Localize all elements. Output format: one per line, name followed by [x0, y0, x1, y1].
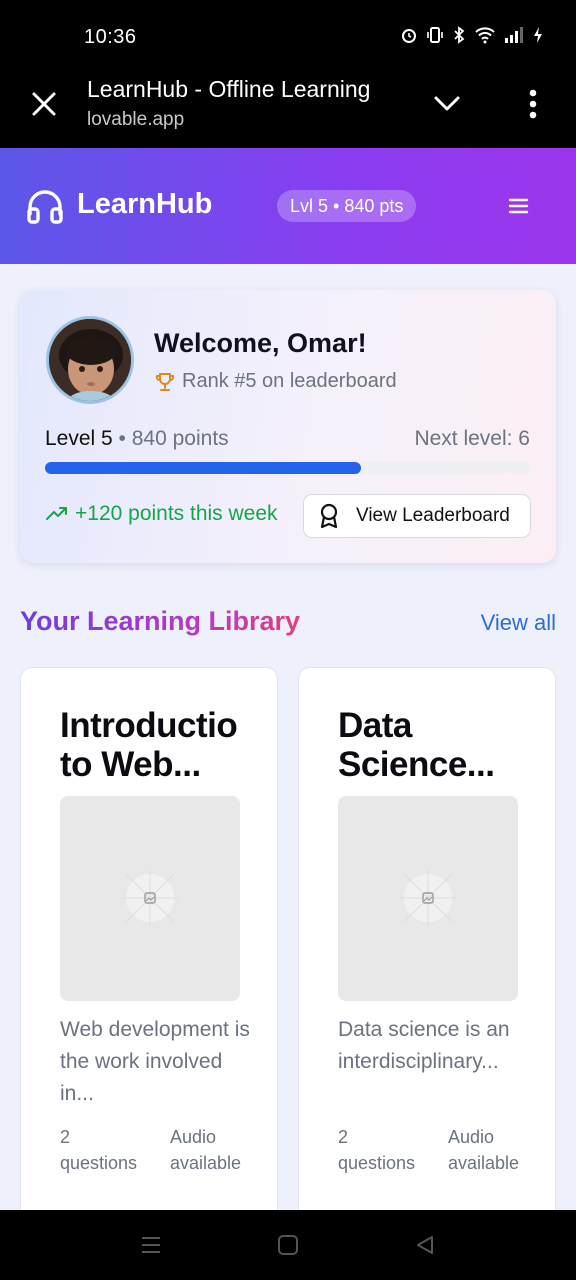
close-button[interactable]: [28, 88, 60, 120]
course-description: Data science is an interdisciplinary...: [338, 1018, 510, 1073]
system-nav-bar: [0, 1210, 576, 1280]
course-image: [338, 796, 518, 1001]
library-heading: Your Learning Library: [20, 606, 301, 636]
bluetooth-icon: [454, 26, 465, 44]
browser-url: lovable.app: [87, 109, 185, 130]
more-vert-icon: [529, 89, 537, 119]
status-time: 10:36: [84, 26, 137, 48]
view-leaderboard-label: View Leaderboard: [356, 505, 510, 526]
image-placeholder-icon: [122, 870, 178, 926]
points-label: • 840 points: [112, 427, 229, 450]
back-icon[interactable]: [414, 1234, 436, 1256]
question-count: 2 questions: [60, 1127, 138, 1173]
course-title: Introductio to Web...: [60, 706, 238, 784]
audio-availability: Audio available: [170, 1127, 242, 1173]
app-header: LearnHub Lvl 5 • 840 pts: [0, 148, 576, 264]
next-level-label: Next level: 6: [414, 427, 530, 450]
headphones-icon: [27, 190, 63, 224]
wifi-icon: [475, 27, 495, 44]
signal-icon: [505, 27, 523, 43]
app-logo-text[interactable]: LearnHub: [77, 188, 212, 221]
chevron-down-icon: [434, 96, 460, 111]
view-leaderboard-button[interactable]: View Leaderboard: [303, 494, 531, 538]
award-icon: [320, 503, 338, 529]
status-icons: [400, 26, 544, 44]
image-placeholder-icon: [400, 870, 456, 926]
rank-row: Rank #5 on leaderboard: [154, 370, 397, 393]
trending-up-icon: [46, 507, 67, 520]
home-icon[interactable]: [277, 1234, 299, 1256]
course-meta: 2 questions Audio available: [60, 1124, 250, 1176]
recents-icon[interactable]: [140, 1235, 162, 1255]
alarm-icon: [402, 29, 416, 43]
course-meta: 2 questions Audio available: [338, 1124, 528, 1176]
close-icon: [32, 92, 56, 116]
course-image: [60, 796, 240, 1001]
view-all-link[interactable]: View all: [481, 610, 556, 636]
profile-card: Welcome, Omar! Rank #5 on leaderboard Le…: [20, 290, 556, 563]
course-card[interactable]: Introductio to Web... Web development is…: [20, 667, 278, 1227]
avatar: [46, 316, 134, 404]
course-description: Web development is the work involved in.…: [60, 1018, 250, 1105]
browser-page-title: LearnHub - Offline Learning: [87, 76, 371, 102]
welcome-heading: Welcome, Omar!: [154, 328, 367, 358]
course-title: Data Science...: [338, 706, 495, 784]
level-row: Level 5 • 840 points: [45, 427, 229, 451]
battery-charging-icon: [534, 27, 542, 43]
trophy-icon: [155, 372, 175, 391]
weekly-points-text: +120 points this week: [75, 502, 278, 525]
expand-button[interactable]: [432, 92, 462, 116]
level-progress-bar: [45, 462, 531, 474]
vibrate-icon: [427, 27, 443, 43]
status-bar: 10:36: [0, 0, 576, 72]
level-label: Level 5: [45, 427, 113, 450]
rank-text: Rank #5 on leaderboard: [182, 370, 397, 392]
weekly-points: +120 points this week: [45, 502, 278, 526]
menu-button[interactable]: [505, 193, 532, 219]
course-card[interactable]: Data Science... Data science is an inter…: [298, 667, 556, 1227]
level-points-badge: Lvl 5 • 840 pts: [277, 190, 417, 222]
level-progress-fill: [45, 462, 361, 474]
question-count: 2 questions: [338, 1127, 416, 1173]
browser-bar: LearnHub - Offline Learning lovable.app: [0, 72, 576, 148]
more-options-button[interactable]: [524, 88, 542, 120]
menu-icon: [508, 198, 529, 214]
audio-availability: Audio available: [448, 1127, 520, 1173]
